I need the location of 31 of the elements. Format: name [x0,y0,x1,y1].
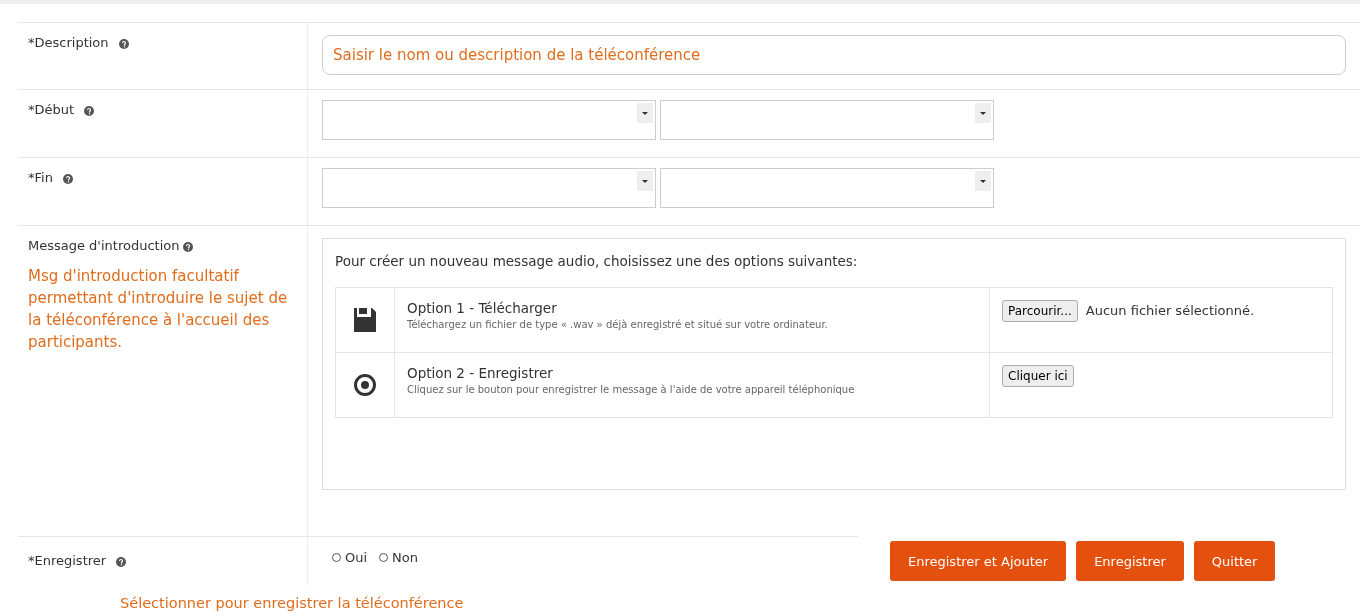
record-icon [353,373,377,397]
field-label: *Fin [28,170,53,185]
help-icon[interactable] [183,242,194,252]
field-label: *Début [28,102,75,117]
option-description: Téléchargez un fichier de type « .wav » déjà enregistré et situé sur votre ordinateur. [407,319,829,330]
field-label: *Enregistrer [28,553,107,568]
annotation-text: Sélectionner pour enregistrer la téléconférence [120,595,465,611]
option-title: Option 2 - Enregistrer [407,365,554,381]
panel-heading: Pour créer un nouveau message audio, choisissez une des options suivantes: [335,253,859,269]
help-icon[interactable] [62,174,73,184]
caret-icon [975,103,991,123]
field-label: Message d'introduction [28,238,180,253]
help-icon[interactable] [118,39,129,49]
radio-option[interactable]: Oui [322,549,368,565]
record-button[interactable]: Cliquer ici [1002,365,1074,387]
description-field[interactable]: Saisir le nom ou description de la téléconférence [322,35,1346,75]
option-description: Cliquez sur le bouton pour enregistrer le message à l'aide de votre appareil téléphonique [407,384,856,395]
file-status: Aucun fichier sélectionné. [1085,303,1255,318]
caret-icon [975,171,991,191]
help-icon[interactable] [116,557,127,567]
action-button[interactable]: Enregistrer [1076,541,1184,581]
action-button[interactable]: Quitter [1193,541,1276,581]
field-label: *Description [28,35,109,50]
annotation-text: Msg d'introduction facultatif permettant d'introduire le sujet de la téléconférence à l'accueil des participants. [28,266,289,353]
caret-icon [637,103,653,123]
help-icon[interactable] [84,106,95,116]
option-title: Option 1 - Télécharger [407,300,558,316]
browse-button[interactable]: Parcourir... [1002,300,1078,322]
radio-option[interactable]: Non [369,549,418,565]
caret-icon [637,171,653,191]
action-button[interactable]: Enregistrer et Ajouter [890,541,1067,581]
